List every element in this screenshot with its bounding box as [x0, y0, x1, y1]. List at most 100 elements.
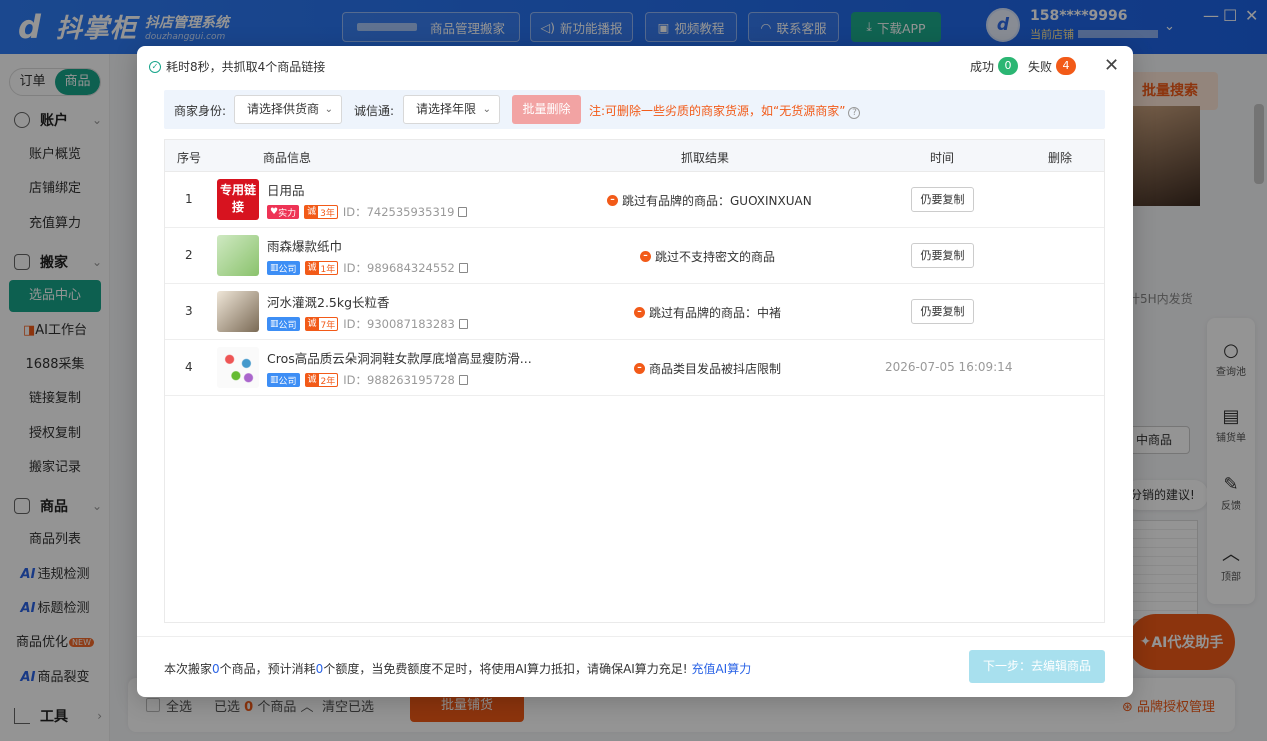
row-index: 2 — [185, 248, 193, 262]
table-row: 2 雨森爆款纸巾 ▥ 公司 诚 1年 ID：989684324552 – 跳过不支持密… — [165, 228, 1104, 284]
credit-year: 1年 — [320, 264, 336, 275]
close-icon[interactable]: ✕ — [1104, 55, 1119, 76]
force-copy-button[interactable]: 仍要复制 — [911, 187, 974, 212]
table-row: 4 Cros高品质云朵洞洞鞋女款厚底增高显瘦防滑... ▥ 公司 诚 2年 ID：9… — [165, 340, 1104, 396]
crawl-result: – 跳过有品牌的商品：中褚 — [634, 304, 781, 321]
strength-badge-label: 实力 — [278, 208, 297, 219]
result-table: 序号 商品信息 抓取结果 时间 删除 1 专用链接 日用品 ♥ 实力 诚 3年 ID… — [164, 139, 1105, 623]
product-name: 雨森爆款纸巾 — [267, 239, 343, 254]
crawl-summary: ✓ 耗时8秒，共抓取4个商品链接 — [149, 58, 325, 75]
crawl-result-dialog: ✓ 耗时8秒，共抓取4个商品链接 成功 0 失败 4 ✕ 商家身份: 请选择供货… — [137, 46, 1133, 697]
product-meta: ♥ 实力 诚 3年 ID：742535935319 — [267, 204, 468, 220]
credit-select[interactable]: 请选择年限 ⌄ — [403, 95, 500, 124]
product-thumbnail — [217, 291, 259, 332]
copy-icon[interactable] — [458, 375, 468, 385]
recharge-ai-link[interactable]: 充值AI算力 — [691, 662, 751, 676]
credit-year-badge: 诚 3年 — [304, 205, 338, 219]
strength-badge: ♥ 实力 — [267, 205, 300, 219]
company-badge: ▥ 公司 — [267, 317, 300, 331]
help-icon[interactable]: ? — [848, 107, 861, 119]
fail-count-badge: 4 — [1056, 57, 1077, 75]
force-copy-button[interactable]: 仍要复制 — [911, 243, 974, 268]
product-id: ID：989684324552 — [343, 261, 455, 275]
force-copy-button[interactable]: 仍要复制 — [911, 299, 974, 324]
table-row: 3 河水灌溉2.5kg长粒香 ▥ 公司 诚 7年 ID：930087183283 –… — [165, 284, 1104, 340]
crawl-time: 2026-07-05 16:09:14 — [885, 360, 1013, 374]
credit-char: 诚 — [305, 374, 319, 386]
fail-label: 失败 — [1028, 59, 1053, 74]
building-icon: ▥ — [270, 319, 279, 329]
minus-circle-icon: – — [607, 195, 618, 206]
crawl-result: – 跳过不支持密文的商品 — [640, 248, 775, 265]
merchant-select-value: 请选择供货商 — [247, 102, 320, 116]
credit-year: 7年 — [320, 320, 336, 331]
merchant-label: 商家身份: — [174, 104, 227, 118]
credit-label: 诚信通: — [354, 104, 395, 118]
product-id: ID：930087183283 — [343, 317, 455, 331]
minus-circle-icon: – — [634, 363, 645, 374]
company-badge: ▥ 公司 — [267, 373, 300, 387]
footer-suffix: 个额度，当免费额度不足时，将使用AI算力抵扣，请确保AI算力充足! — [323, 662, 688, 676]
credit-year-badge: 诚 7年 — [304, 317, 339, 331]
copy-icon[interactable] — [458, 263, 468, 273]
column-header: 删除 — [1048, 151, 1073, 165]
credit-year-badge: 诚 2年 — [304, 373, 339, 387]
crawl-result-text: 商品类目发品被抖店限制 — [649, 362, 782, 376]
table-row: 1 专用链接 日用品 ♥ 实力 诚 3年 ID：742535935319 – 跳过有品… — [165, 172, 1104, 228]
row-index: 4 — [185, 360, 193, 374]
column-header: 序号 — [177, 151, 202, 165]
heart-icon: ♥ — [270, 207, 279, 217]
merchant-select[interactable]: 请选择供货商 ⌄ — [234, 95, 342, 124]
credit-year-badge: 诚 1年 — [304, 261, 339, 275]
copy-icon[interactable] — [458, 207, 468, 217]
minus-circle-icon: – — [640, 251, 651, 262]
chevron-down-icon: ⌄ — [324, 104, 333, 115]
result-stats: 成功 0 失败 4 — [970, 57, 1086, 75]
product-name: 日用品 — [267, 183, 305, 198]
next-edit-button[interactable]: 下一步：去编辑商品 — [969, 650, 1105, 683]
check-circle-icon: ✓ — [149, 60, 161, 73]
row-index: 1 — [185, 192, 193, 206]
summary-text: 耗时8秒，共抓取4个商品链接 — [166, 60, 326, 74]
product-meta: ▥ 公司 诚 2年 ID：988263195728 — [267, 372, 468, 388]
product-id: ID：988263195728 — [343, 373, 455, 387]
minus-circle-icon: – — [634, 307, 645, 318]
building-icon: ▥ — [270, 263, 279, 273]
table-header: 序号 商品信息 抓取结果 时间 删除 — [165, 140, 1104, 172]
success-count-badge: 0 — [998, 57, 1019, 75]
building-icon: ▥ — [270, 375, 279, 385]
company-badge: ▥ 公司 — [267, 261, 300, 275]
footer-prefix: 本次搬家 — [164, 662, 213, 676]
chevron-down-icon: ⌄ — [482, 104, 491, 115]
product-name: Cros高品质云朵洞洞鞋女款厚底增高显瘦防滑... — [267, 351, 532, 366]
credit-year: 3年 — [320, 208, 335, 219]
product-meta: ▥ 公司 诚 1年 ID：989684324552 — [267, 260, 468, 276]
company-badge-label: 公司 — [278, 264, 297, 275]
crawl-result-text: 跳过有品牌的商品：中褚 — [649, 306, 782, 320]
filter-bar: 商家身份: 请选择供货商 ⌄ 诚信通: 请选择年限 ⌄ 批量删除 注:可删除一些… — [164, 90, 1105, 129]
crawl-result: – 商品类目发品被抖店限制 — [634, 360, 781, 377]
footer-count: 0 — [212, 662, 220, 676]
divider — [137, 636, 1133, 637]
credit-char: 诚 — [305, 206, 319, 218]
column-header: 商品信息 — [263, 151, 312, 165]
product-thumbnail — [217, 347, 259, 388]
crawl-result-text: 跳过不支持密文的商品 — [655, 250, 776, 264]
company-badge-label: 公司 — [278, 376, 297, 387]
crawl-result-text: 跳过有品牌的商品：GUOXINXUAN — [622, 194, 812, 208]
product-thumbnail — [217, 235, 259, 276]
credit-char: 诚 — [305, 262, 319, 274]
crawl-result: – 跳过有品牌的商品：GUOXINXUAN — [607, 192, 812, 209]
column-header: 时间 — [930, 151, 955, 165]
product-thumbnail: 专用链接 — [217, 179, 259, 220]
copy-icon[interactable] — [458, 319, 468, 329]
product-id: ID：742535935319 — [342, 205, 455, 219]
footer-mid: 个商品，预计消耗 — [219, 662, 316, 676]
batch-delete-button[interactable]: 批量删除 — [512, 95, 581, 124]
footer-note: 本次搬家0个商品，预计消耗0个额度，当免费额度不足时，将使用AI算力抵扣，请确保… — [164, 660, 751, 677]
column-header: 抓取结果 — [681, 151, 730, 165]
company-badge-label: 公司 — [278, 320, 297, 331]
credit-select-value: 请选择年限 — [416, 102, 477, 116]
credit-year: 2年 — [320, 376, 336, 387]
product-name: 河水灌溉2.5kg长粒香 — [267, 295, 390, 310]
